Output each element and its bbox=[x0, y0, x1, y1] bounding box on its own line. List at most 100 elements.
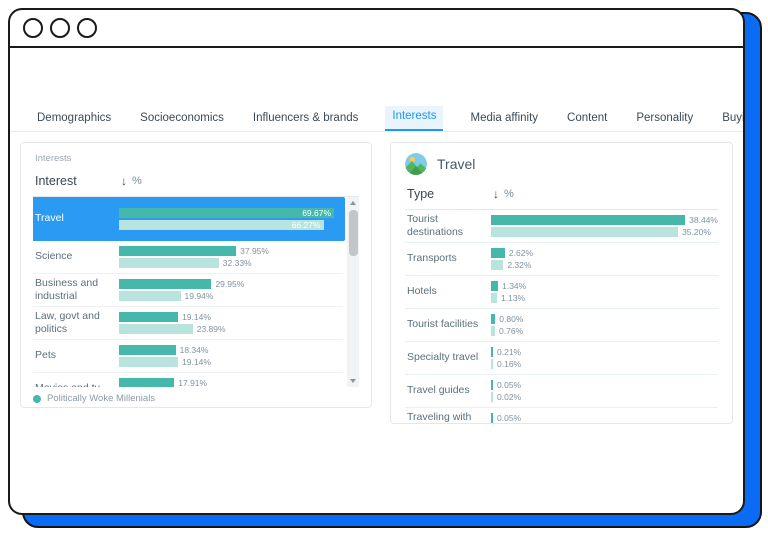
bar-series-2 bbox=[491, 260, 503, 270]
bar-series-1 bbox=[119, 246, 236, 256]
bar-value: 69.67% bbox=[302, 208, 331, 218]
legend-label: Politically Woke Millenials bbox=[47, 393, 155, 404]
travel-type-row[interactable]: Transports2.62%2.32% bbox=[405, 243, 718, 276]
travel-type-row[interactable]: Specialty travel 0.21% 0.16% bbox=[405, 342, 718, 375]
bar-group: 17.91% bbox=[119, 378, 343, 387]
type-header-label: Type bbox=[407, 187, 493, 201]
interest-row[interactable]: Law, govt and politics 19.14% 23.89% bbox=[33, 307, 343, 340]
bar-value: 0.76% bbox=[499, 326, 523, 336]
scrollbar[interactable] bbox=[347, 197, 359, 387]
legend-label: Solar ANZ bbox=[47, 406, 90, 408]
bar-value: 35.20% bbox=[682, 227, 711, 237]
legend: Politically Woke Millenials Solar ANZ bbox=[33, 392, 359, 408]
row-label: Transports bbox=[405, 252, 491, 265]
bar-series-2 bbox=[119, 357, 178, 367]
travel-type-row[interactable]: Tourist facilities0.80%0.76% bbox=[405, 309, 718, 342]
bar-value: 2.62% bbox=[509, 248, 533, 258]
panels: Interests Interest ↓ % Travel69.67%66.27… bbox=[20, 142, 733, 424]
bar-series-1 bbox=[491, 248, 505, 258]
tab-content[interactable]: Content bbox=[565, 108, 609, 131]
bar-value: 23.89% bbox=[197, 324, 226, 334]
bar-value: 1.13% bbox=[501, 293, 525, 303]
bar-series-2: 66.27% bbox=[119, 220, 324, 230]
travel-landscape-icon bbox=[405, 153, 427, 175]
bar-series-1 bbox=[119, 312, 178, 322]
bar-value: 37.95% bbox=[240, 246, 269, 256]
tab-personality[interactable]: Personality bbox=[634, 108, 695, 131]
interest-row[interactable]: Pets18.34%19.14% bbox=[33, 340, 343, 373]
interest-row[interactable]: Travel 69.67% 66.27% bbox=[33, 197, 345, 241]
scrollbar-thumb[interactable] bbox=[349, 210, 358, 256]
interest-row[interactable]: Movies and tv17.91% bbox=[33, 373, 343, 387]
bar-value: 0.05% bbox=[497, 413, 521, 423]
window-button-3[interactable] bbox=[77, 18, 97, 38]
bar-series-2 bbox=[119, 258, 219, 268]
bar-value: 1.34% bbox=[502, 281, 526, 291]
travel-type-row[interactable]: Travel guides0.05%0.02% bbox=[405, 375, 718, 408]
bar-group: 37.95% 32.33% bbox=[119, 246, 343, 268]
scroll-up-icon[interactable] bbox=[347, 197, 359, 209]
percent-header-label: % bbox=[504, 188, 514, 200]
bar-series-1: 69.67% bbox=[119, 208, 334, 218]
scroll-down-icon[interactable] bbox=[347, 375, 359, 387]
interest-row[interactable]: Business and industrial29.95%19.94% bbox=[33, 274, 343, 307]
interests-panel: Interests Interest ↓ % Travel69.67%66.27… bbox=[20, 142, 372, 408]
legend-dot-icon bbox=[33, 395, 41, 403]
window-button-2[interactable] bbox=[50, 18, 70, 38]
bar-value: 0.21% bbox=[497, 347, 521, 357]
row-label: Traveling with kids bbox=[405, 411, 491, 424]
sort-descending-icon[interactable]: ↓ bbox=[493, 187, 499, 201]
legend-item: Politically Woke Millenials bbox=[33, 392, 359, 405]
bar-series-2 bbox=[491, 359, 493, 369]
tab-buying-mindset[interactable]: Buying mindset bbox=[720, 108, 745, 131]
tab-influencers-brands[interactable]: Influencers & brands bbox=[251, 108, 360, 131]
type-column-header: Type ↓ % bbox=[405, 187, 718, 210]
row-label: Tourist destinations bbox=[405, 213, 491, 239]
bar-series-2 bbox=[491, 293, 497, 303]
bar-series-1 bbox=[119, 378, 174, 387]
interest-header-label: Interest bbox=[35, 174, 121, 188]
travel-type-list: Tourist destinations38.44%35.20% Transpor… bbox=[405, 210, 718, 424]
bar-group: 69.67% 66.27% bbox=[119, 208, 343, 230]
bar-value: 32.33% bbox=[223, 258, 252, 268]
bar-value: 0.80% bbox=[499, 314, 523, 324]
bar-value: 66.27% bbox=[292, 220, 321, 230]
bar-group: 1.34% 1.13% bbox=[491, 281, 718, 303]
bar-series-1 bbox=[119, 345, 176, 355]
legend-dot-icon bbox=[33, 408, 41, 409]
bar-series-1 bbox=[491, 347, 493, 357]
browser-window: Demographics Socioeconomics Influencers & … bbox=[8, 8, 745, 515]
bar-series-2 bbox=[491, 392, 493, 402]
row-label: Movies and tv bbox=[33, 382, 119, 387]
bar-value: 0.16% bbox=[497, 359, 521, 369]
row-label: Travel bbox=[33, 212, 119, 225]
interest-row[interactable]: Science 37.95% 32.33% bbox=[33, 241, 343, 274]
bar-value: 19.14% bbox=[182, 357, 211, 367]
bar-group: 0.21% 0.16% bbox=[491, 347, 718, 369]
tab-media-affinity[interactable]: Media affinity bbox=[468, 108, 540, 131]
bar-series-2 bbox=[119, 324, 193, 334]
bar-series-1 bbox=[119, 279, 211, 289]
row-label: Law, govt and politics bbox=[33, 310, 119, 336]
bar-series-2 bbox=[119, 291, 181, 301]
sort-descending-icon[interactable]: ↓ bbox=[121, 174, 127, 188]
bar-value: 19.14% bbox=[182, 312, 211, 322]
travel-panel-heading: Travel bbox=[437, 156, 475, 172]
row-label: Business and industrial bbox=[33, 277, 119, 303]
window-button-1[interactable] bbox=[23, 18, 43, 38]
tab-socioeconomics[interactable]: Socioeconomics bbox=[138, 108, 226, 131]
travel-type-row[interactable]: Hotels1.34%1.13% bbox=[405, 276, 718, 309]
percent-header-label: % bbox=[132, 175, 142, 187]
bar-group: 18.34%19.14% bbox=[119, 345, 343, 367]
bar-group: 0.05%0.02% bbox=[491, 413, 718, 424]
row-label: Specialty travel bbox=[405, 351, 491, 364]
bar-series-2 bbox=[491, 227, 678, 237]
interest-column-header: Interest ↓ % bbox=[33, 174, 359, 197]
travel-type-row[interactable]: Tourist destinations38.44%35.20% bbox=[405, 210, 718, 243]
travel-type-row[interactable]: Traveling with kids0.05%0.02% bbox=[405, 408, 718, 424]
tab-interests[interactable]: Interests bbox=[385, 106, 443, 131]
row-label: Science bbox=[33, 250, 119, 263]
legend-item: Solar ANZ bbox=[33, 405, 359, 408]
tab-demographics[interactable]: Demographics bbox=[35, 108, 113, 131]
bar-value: 19.94% bbox=[185, 291, 214, 301]
